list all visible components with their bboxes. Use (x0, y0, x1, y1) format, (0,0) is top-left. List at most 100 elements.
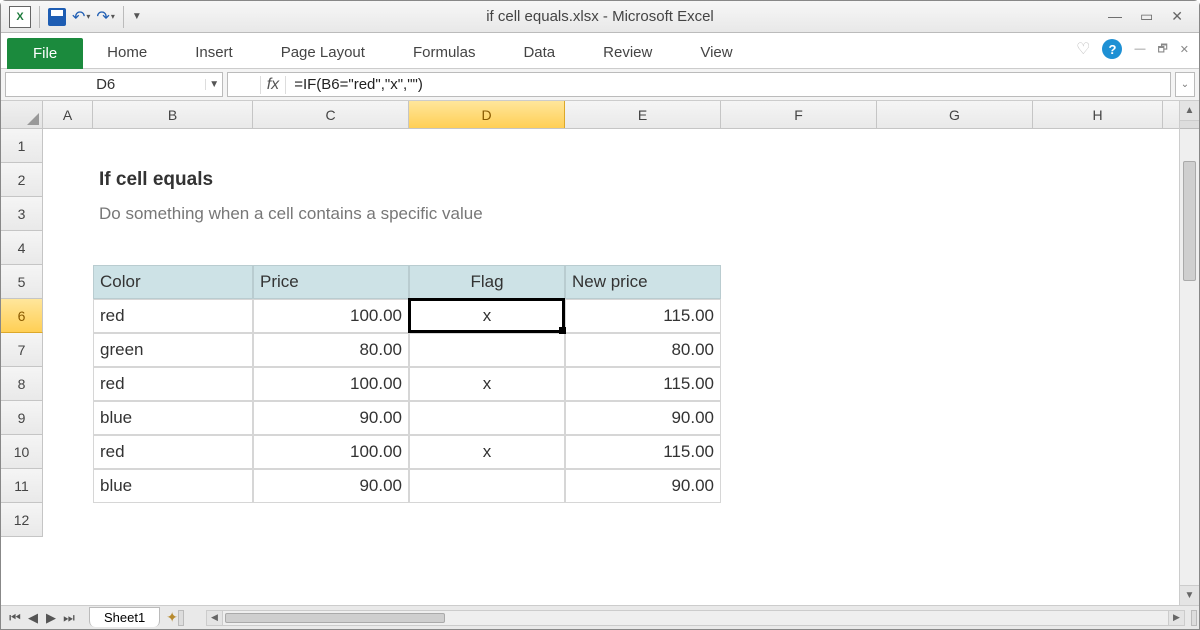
cell[interactable]: x (409, 435, 565, 469)
excel-app-icon[interactable]: X (9, 6, 31, 28)
cell[interactable] (43, 231, 93, 265)
minimize-ribbon-icon[interactable]: — (1134, 43, 1145, 55)
cell[interactable] (253, 129, 409, 163)
tab-review[interactable]: Review (579, 37, 676, 68)
cell[interactable] (1033, 129, 1163, 163)
cell[interactable] (877, 163, 1033, 197)
cell[interactable] (721, 503, 877, 537)
cell[interactable]: 100.00 (253, 299, 409, 333)
cell[interactable] (877, 367, 1033, 401)
name-box-input[interactable] (6, 76, 205, 93)
cell[interactable]: 90.00 (253, 401, 409, 435)
cell[interactable]: x (409, 367, 565, 401)
scroll-left-icon[interactable]: ◀ (207, 611, 223, 625)
select-all-button[interactable] (1, 101, 43, 128)
cell[interactable] (721, 401, 877, 435)
col-header-G[interactable]: G (877, 101, 1033, 128)
vertical-scrollbar[interactable]: ▲ ▼ (1179, 101, 1199, 605)
cell[interactable] (721, 435, 877, 469)
cell[interactable] (409, 401, 565, 435)
cell-subtitle[interactable]: Do something when a cell contains a spec… (93, 197, 721, 231)
scroll-down-icon[interactable]: ▼ (1180, 585, 1199, 605)
minimize-icon[interactable]: — (1108, 8, 1122, 25)
first-sheet-icon[interactable]: ⏮ (7, 610, 23, 626)
cell-title[interactable]: If cell equals (93, 163, 721, 197)
cell[interactable] (253, 503, 409, 537)
cell[interactable]: red (93, 435, 253, 469)
cell[interactable]: 90.00 (565, 469, 721, 503)
cell[interactable]: 115.00 (565, 299, 721, 333)
file-tab[interactable]: File (7, 38, 83, 69)
cell[interactable]: 90.00 (253, 469, 409, 503)
cell[interactable] (253, 231, 409, 265)
help-icon[interactable]: ? (1102, 39, 1122, 59)
cell[interactable] (93, 129, 253, 163)
cell[interactable] (43, 299, 93, 333)
cell[interactable] (1033, 503, 1163, 537)
cell[interactable] (409, 129, 565, 163)
row-header[interactable]: 9 (1, 401, 43, 435)
cell[interactable] (43, 367, 93, 401)
cell[interactable] (877, 333, 1033, 367)
cell[interactable] (43, 265, 93, 299)
table-header[interactable]: Price (253, 265, 409, 299)
hscroll-split-handle[interactable] (1191, 610, 1197, 626)
row-header[interactable]: 10 (1, 435, 43, 469)
close-icon[interactable]: ✕ (1171, 8, 1183, 25)
prev-sheet-icon[interactable]: ◀ (25, 610, 41, 626)
horizontal-scrollbar[interactable]: ◀ ▶ (206, 610, 1185, 626)
cell[interactable]: 100.00 (253, 435, 409, 469)
cell[interactable] (877, 503, 1033, 537)
cell[interactable]: red (93, 367, 253, 401)
fx-icon[interactable]: fx (260, 76, 286, 94)
cell[interactable] (721, 299, 877, 333)
cell[interactable] (43, 469, 93, 503)
tab-insert[interactable]: Insert (171, 37, 257, 68)
undo-icon[interactable]: ↶ (72, 7, 90, 27)
cell[interactable] (877, 401, 1033, 435)
table-header[interactable]: New price (565, 265, 721, 299)
cell-active[interactable]: x (409, 299, 565, 333)
new-sheet-icon[interactable]: ✦ (166, 609, 178, 626)
cell[interactable] (877, 435, 1033, 469)
row-header[interactable]: 4 (1, 231, 43, 265)
row-header[interactable]: 1 (1, 129, 43, 163)
cell[interactable] (1033, 367, 1163, 401)
cell[interactable] (877, 469, 1033, 503)
cell[interactable] (721, 265, 877, 299)
scroll-thumb[interactable] (225, 613, 445, 623)
scroll-up-icon[interactable]: ▲ (1180, 101, 1199, 121)
table-header[interactable]: Flag (409, 265, 565, 299)
formula-input[interactable] (286, 76, 1170, 93)
scroll-thumb[interactable] (1183, 161, 1196, 281)
cell[interactable] (565, 503, 721, 537)
col-header-D[interactable]: D (409, 101, 565, 128)
col-header-C[interactable]: C (253, 101, 409, 128)
cell[interactable] (1033, 469, 1163, 503)
cell[interactable]: 115.00 (565, 435, 721, 469)
tab-page-layout[interactable]: Page Layout (257, 37, 389, 68)
cell[interactable]: green (93, 333, 253, 367)
heart-icon[interactable]: ♡ (1076, 39, 1090, 59)
cell[interactable] (409, 503, 565, 537)
scroll-right-icon[interactable]: ▶ (1168, 611, 1184, 625)
maximize-icon[interactable]: ▭ (1140, 8, 1153, 25)
cell[interactable] (43, 435, 93, 469)
cell[interactable] (721, 231, 877, 265)
row-header[interactable]: 6 (1, 299, 43, 333)
cell[interactable]: 115.00 (565, 367, 721, 401)
cell[interactable] (877, 265, 1033, 299)
customize-qat-icon[interactable]: ▼ (132, 11, 142, 22)
cell[interactable] (721, 197, 877, 231)
next-sheet-icon[interactable]: ▶ (43, 610, 59, 626)
cell[interactable] (721, 129, 877, 163)
cell[interactable] (565, 231, 721, 265)
cell[interactable] (721, 333, 877, 367)
cell[interactable] (409, 333, 565, 367)
expand-formula-bar-icon[interactable]: ⌄ (1175, 72, 1195, 97)
cell[interactable] (877, 129, 1033, 163)
col-header-E[interactable]: E (565, 101, 721, 128)
cell[interactable]: 80.00 (253, 333, 409, 367)
cell[interactable] (43, 197, 93, 231)
last-sheet-icon[interactable]: ⏭ (61, 610, 77, 626)
